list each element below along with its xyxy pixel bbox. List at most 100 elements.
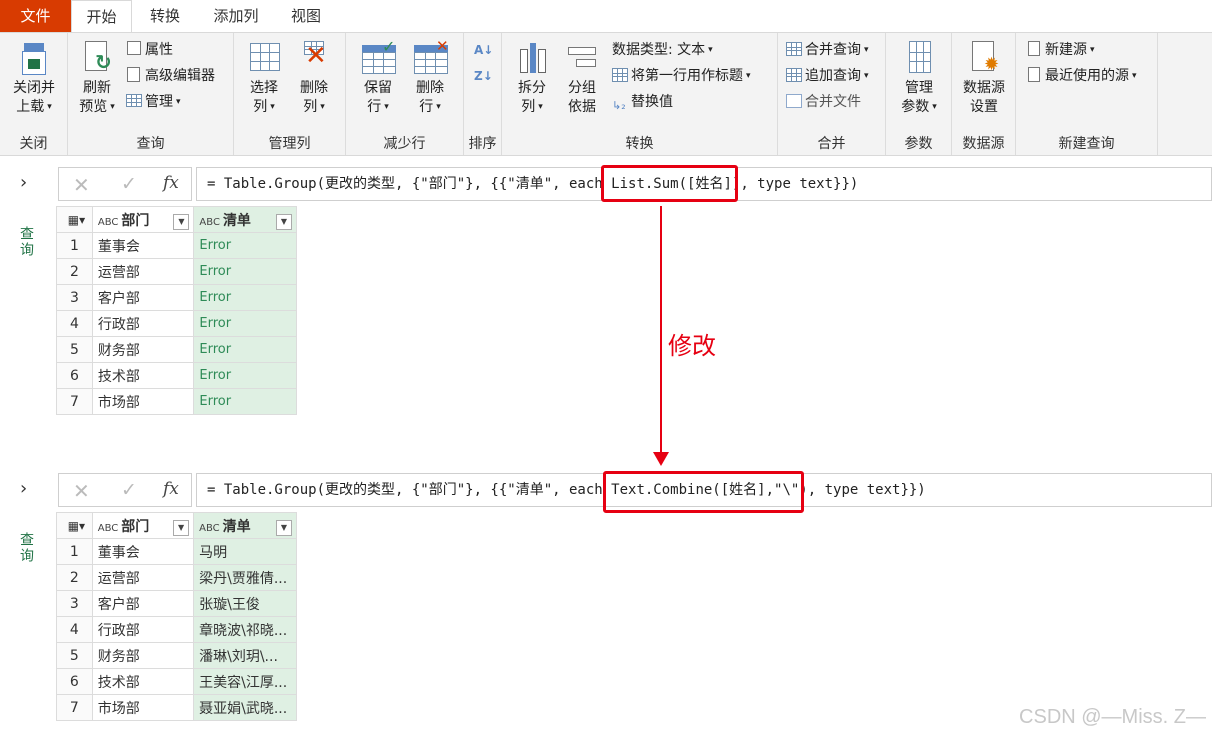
queries-pane-toggle[interactable]: › [20, 478, 27, 499]
row-number[interactable]: 2 [56, 258, 93, 285]
tab-file[interactable]: 文件 [0, 0, 71, 32]
row-number[interactable]: 1 [56, 232, 93, 259]
chevron-down-icon: ▾ [538, 102, 543, 112]
cell-dept[interactable]: 客户部 [91, 590, 195, 617]
group-parameters: 管理 参数 ▾ 参数 [886, 33, 952, 155]
cell-dept[interactable]: 行政部 [91, 310, 195, 337]
cell-error[interactable]: Error [193, 336, 297, 363]
ribbon-tab-bar: 文件 开始 转换 添加列 视图 [0, 0, 1212, 33]
filter-dropdown-icon[interactable]: ▼ [173, 213, 190, 230]
cell-dept[interactable]: 技术部 [91, 668, 195, 695]
tab-view[interactable]: 视图 [278, 0, 334, 32]
row-number[interactable]: 6 [56, 668, 93, 695]
group-label-parameters: 参数 [904, 136, 933, 152]
row-number[interactable]: 5 [56, 336, 93, 363]
cell-dept[interactable]: 技术部 [91, 362, 195, 389]
table-menu-icon[interactable]: ▦▾ [56, 206, 93, 233]
keep-rows-button[interactable]: ✓ 保留 行 ▾ [354, 37, 402, 117]
new-source-button[interactable]: 新建源 ▾ [1026, 39, 1095, 61]
manage-button[interactable]: 管理 ▾ [126, 91, 181, 113]
sort-descending-icon[interactable]: Z↓ [474, 65, 493, 87]
column-header-list[interactable]: ABC 清单 ▼ [193, 206, 297, 233]
cancel-icon[interactable]: ✕ [73, 479, 90, 503]
cell-dept[interactable]: 运营部 [91, 564, 195, 591]
choose-columns-button[interactable]: 选择 列 ▾ [242, 39, 286, 117]
cell-list[interactable]: 张璇\王俊 [193, 590, 297, 617]
row-number[interactable]: 7 [56, 694, 93, 721]
refresh-preview-button[interactable]: ↻ 刷新 预览 ▾ [74, 39, 120, 117]
use-first-row-as-headers-button[interactable]: 将第一行用作标题 ▾ [612, 65, 751, 87]
cell-list[interactable]: 潘琳\刘玥\... [193, 642, 297, 669]
check-icon[interactable]: ✓ [121, 479, 137, 501]
filter-dropdown-icon[interactable]: ▼ [276, 213, 292, 230]
cell-error[interactable]: Error [193, 388, 297, 415]
cell-error[interactable]: Error [193, 258, 297, 285]
column-header-dept[interactable]: ABC 部门 ▼ [91, 206, 195, 233]
row-number[interactable]: 1 [56, 538, 93, 565]
remove-columns-icon: ✕ [304, 41, 327, 71]
table-menu-icon[interactable]: ▦▾ [56, 512, 93, 539]
advanced-editor-label: 高级编辑器 [145, 68, 215, 84]
filter-dropdown-icon[interactable]: ▼ [173, 519, 190, 536]
cell-dept[interactable]: 市场部 [91, 388, 195, 415]
cell-error[interactable]: Error [193, 310, 297, 337]
check-icon[interactable]: ✓ [121, 173, 137, 195]
cell-list[interactable]: 马明 [193, 538, 297, 565]
cell-error[interactable]: Error [193, 284, 297, 311]
cell-dept[interactable]: 运营部 [91, 258, 195, 285]
advanced-editor-button[interactable]: 高级编辑器 [126, 65, 215, 87]
row-number[interactable]: 6 [56, 362, 93, 389]
append-queries-button[interactable]: 追加查询 ▾ [786, 65, 869, 87]
column-header-list[interactable]: ABC 清单 ▼ [193, 512, 297, 539]
replace-values-button[interactable]: ↳₂ 替换值 [612, 91, 673, 113]
split-column-button[interactable]: 拆分 列 ▾ [510, 39, 554, 117]
remove-rows-button[interactable]: ✕ 删除 行 ▾ [406, 37, 454, 117]
properties-button[interactable]: 属性 [126, 39, 173, 61]
group-manage-columns: 选择 列 ▾ ✕ 删除 列 ▾ 管理列 [234, 33, 346, 155]
cell-dept[interactable]: 财务部 [91, 642, 195, 669]
tab-home[interactable]: 开始 [71, 0, 132, 33]
close-and-load-button[interactable]: 关闭并 上载 ▾ [6, 39, 62, 117]
table-row: 6 技术部 王美容\江厚... [56, 668, 297, 695]
column-header-dept[interactable]: ABC 部门 ▼ [91, 512, 195, 539]
data-type-dropdown[interactable]: 数据类型: 文本 ▾ [612, 39, 713, 61]
row-number[interactable]: 2 [56, 564, 93, 591]
group-reduce-rows: ✓ 保留 行 ▾ ✕ 删除 行 ▾ 减少行 [346, 33, 464, 155]
cell-list[interactable]: 章晓波\祁晓... [193, 616, 297, 643]
fx-icon[interactable]: fx [163, 479, 179, 499]
group-by-button[interactable]: 分组 依据 [560, 39, 604, 117]
cell-dept[interactable]: 财务部 [91, 336, 195, 363]
row-number[interactable]: 4 [56, 616, 93, 643]
row-number[interactable]: 3 [56, 284, 93, 311]
sort-ascending-icon[interactable]: A↓ [474, 39, 493, 61]
row-number[interactable]: 7 [56, 388, 93, 415]
cell-list[interactable]: 梁丹\贾雅倩... [193, 564, 297, 591]
remove-columns-button[interactable]: ✕ 删除 列 ▾ [292, 39, 336, 117]
cancel-icon[interactable]: ✕ [73, 173, 90, 197]
cell-dept[interactable]: 市场部 [91, 694, 195, 721]
queries-pane-toggle[interactable]: › [20, 172, 27, 193]
group-label-data-source: 数据源 [962, 136, 1005, 152]
fx-icon[interactable]: fx [163, 173, 179, 193]
filter-dropdown-icon[interactable]: ▼ [276, 519, 292, 536]
cell-error[interactable]: Error [193, 232, 297, 259]
cell-dept[interactable]: 行政部 [91, 616, 195, 643]
tab-add-column[interactable]: 添加列 [200, 0, 272, 32]
merge-queries-button[interactable]: 合并查询 ▾ [786, 39, 869, 61]
cell-list[interactable]: 王美容\江厚... [193, 668, 297, 695]
tab-transform[interactable]: 转换 [136, 0, 194, 32]
cell-dept[interactable]: 董事会 [91, 232, 195, 259]
table-row: 1 董事会 Error [56, 232, 297, 259]
cell-list[interactable]: 聂亚娟\武晓... [193, 694, 297, 721]
data-source-settings-button[interactable]: ✹ 数据源 设置 [956, 39, 1012, 117]
cell-dept[interactable]: 客户部 [91, 284, 195, 311]
recent-sources-button[interactable]: 最近使用的源 ▾ [1026, 65, 1137, 87]
row-number[interactable]: 5 [56, 642, 93, 669]
combine-files-button[interactable]: 合并文件 [786, 91, 861, 113]
column-header-label: 清单 [222, 212, 251, 229]
row-number[interactable]: 4 [56, 310, 93, 337]
row-number[interactable]: 3 [56, 590, 93, 617]
manage-parameters-button[interactable]: 管理 参数 ▾ [894, 39, 944, 117]
cell-error[interactable]: Error [193, 362, 297, 389]
cell-dept[interactable]: 董事会 [91, 538, 195, 565]
